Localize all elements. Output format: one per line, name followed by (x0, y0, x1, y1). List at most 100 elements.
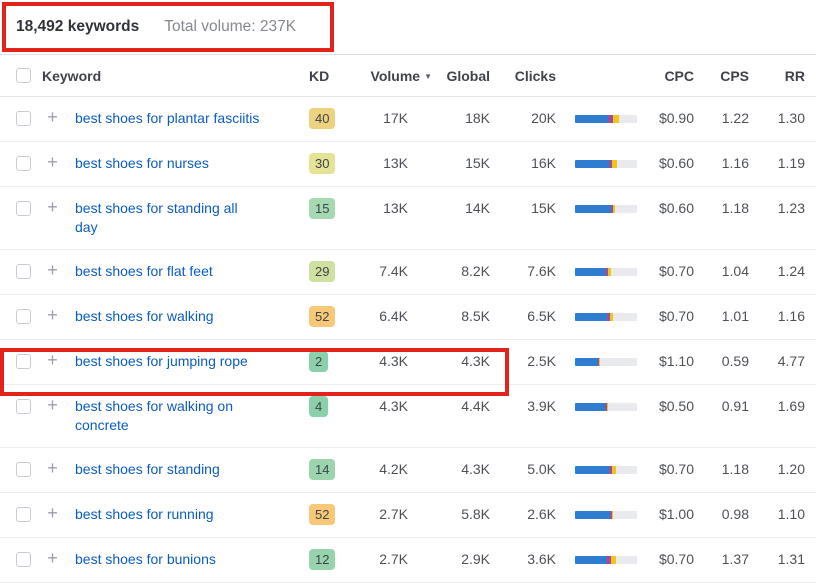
clicks-distribution-bar (575, 556, 637, 564)
volume-value: 6.4K (379, 308, 408, 324)
table-row: + best shoes for jumping rope 2 4.3K 4.3… (0, 340, 816, 385)
keyword-cell: best shoes for jumping rope (75, 352, 309, 371)
keyword-link[interactable]: best shoes for walking on concrete (75, 397, 260, 435)
summary-bar: 18,492 keywords Total volume: 237K (0, 0, 816, 55)
global-volume-value: 8.5K (461, 308, 490, 324)
column-header-kd[interactable]: KD (309, 68, 359, 84)
row-checkbox[interactable] (16, 264, 31, 279)
row-checkbox[interactable] (16, 507, 31, 522)
clicks-bar-paid-segment (611, 511, 614, 519)
clicks-value: 5.0K (527, 461, 556, 477)
cpc-value: $1.10 (658, 353, 694, 369)
clicks-bar-cell (556, 403, 637, 411)
cps-value: 0.91 (721, 398, 749, 414)
global-volume-value: 14K (465, 200, 490, 216)
keyword-cell: best shoes for nurses (75, 154, 309, 173)
row-checkbox[interactable] (16, 552, 31, 567)
row-checkbox[interactable] (16, 111, 31, 126)
clicks-bar-organic-segment (575, 511, 610, 519)
column-header-cpc[interactable]: CPC (637, 68, 694, 84)
add-to-list-plus-icon[interactable]: + (45, 549, 60, 567)
cpc-value: $0.70 (658, 263, 694, 279)
keyword-link[interactable]: best shoes for walking (75, 307, 214, 326)
clicks-value: 2.6K (527, 506, 556, 522)
add-to-list-plus-icon[interactable]: + (45, 108, 60, 126)
row-checkbox[interactable] (16, 462, 31, 477)
row-checkbox[interactable] (16, 309, 31, 324)
column-header-cps[interactable]: CPS (694, 68, 749, 84)
cpc-value: $0.60 (658, 155, 694, 171)
column-header-global[interactable]: Global (432, 68, 490, 84)
clicks-bar-organic-segment (575, 313, 608, 321)
column-header-keyword[interactable]: Keyword (42, 68, 309, 84)
add-to-list-plus-icon[interactable]: + (45, 153, 60, 171)
keyword-link[interactable]: best shoes for bunions (75, 550, 216, 569)
clicks-bar-cell (556, 556, 637, 564)
column-header-rr[interactable]: RR (749, 68, 805, 84)
clicks-bar-paid-segment (598, 358, 600, 366)
clicks-distribution-bar (575, 511, 637, 519)
add-to-list-plus-icon[interactable]: + (45, 261, 60, 279)
clicks-bar-organic-segment (575, 358, 598, 366)
keyword-link[interactable]: best shoes for standing all day (75, 199, 260, 237)
clicks-distribution-bar (575, 313, 637, 321)
table-row: + best shoes for nurses 30 13K 15K 16K $… (0, 142, 816, 187)
cps-value: 1.18 (721, 461, 749, 477)
keyword-link[interactable]: best shoes for standing (75, 460, 220, 479)
cps-value: 1.16 (721, 155, 749, 171)
global-volume-value: 8.2K (461, 263, 490, 279)
global-volume-value: 5.8K (461, 506, 490, 522)
clicks-bar-paid-segment (612, 160, 618, 168)
cpc-value: $0.50 (658, 398, 694, 414)
add-to-list-plus-icon[interactable]: + (45, 198, 60, 216)
add-to-list-plus-icon[interactable]: + (45, 504, 60, 522)
keyword-link[interactable]: best shoes for jumping rope (75, 352, 248, 371)
rr-value: 1.10 (777, 506, 805, 522)
keyword-cell: best shoes for standing all day (75, 199, 309, 237)
kd-cell: 2 (309, 351, 359, 372)
cpc-value: $0.60 (658, 200, 694, 216)
kd-badge: 40 (309, 108, 336, 129)
clicks-bar-paid-segment (613, 205, 616, 213)
clicks-value: 6.5K (527, 308, 556, 324)
keyword-link[interactable]: best shoes for nurses (75, 154, 209, 173)
add-to-list-plus-icon[interactable]: + (45, 351, 60, 369)
kd-badge: 14 (309, 459, 336, 480)
row-checkbox[interactable] (16, 399, 31, 414)
cps-value: 0.59 (721, 353, 749, 369)
rr-value: 1.24 (777, 263, 805, 279)
table-row: + best shoes for standing all day 15 13K… (0, 187, 816, 250)
column-header-clicks[interactable]: Clicks (490, 68, 556, 84)
cpc-value: $0.90 (658, 110, 694, 126)
cpc-value: $0.70 (658, 551, 694, 567)
keyword-cell: best shoes for running (75, 505, 309, 524)
volume-value: 4.3K (379, 353, 408, 369)
add-to-list-plus-icon[interactable]: + (45, 396, 60, 414)
kd-cell: 52 (309, 504, 359, 525)
row-checkbox[interactable] (16, 354, 31, 369)
add-to-list-plus-icon[interactable]: + (45, 306, 60, 324)
clicks-bar-organic-segment (575, 466, 610, 474)
row-checkbox[interactable] (16, 156, 31, 171)
clicks-value: 15K (531, 200, 556, 216)
add-to-list-plus-icon[interactable]: + (45, 459, 60, 477)
global-volume-value: 18K (465, 110, 490, 126)
rr-value: 1.20 (777, 461, 805, 477)
clicks-bar-cell (556, 205, 637, 213)
table-row: + best shoes for walking on concrete 4 4… (0, 385, 816, 448)
kd-cell: 40 (309, 108, 359, 129)
clicks-value: 2.5K (527, 353, 556, 369)
kd-cell: 4 (309, 396, 359, 417)
select-all-checkbox[interactable] (16, 68, 31, 83)
keyword-cell: best shoes for walking on concrete (75, 397, 309, 435)
column-header-volume[interactable]: Volume ▼ (359, 68, 432, 84)
clicks-value: 20K (531, 110, 556, 126)
clicks-bar-paid-segment (610, 313, 614, 321)
keyword-link[interactable]: best shoes for running (75, 505, 214, 524)
keyword-link[interactable]: best shoes for plantar fasciitis (75, 109, 259, 128)
row-checkbox[interactable] (16, 201, 31, 216)
rr-value: 1.19 (777, 155, 805, 171)
cps-value: 1.01 (721, 308, 749, 324)
clicks-bar-cell (556, 358, 637, 366)
keyword-link[interactable]: best shoes for flat feet (75, 262, 213, 281)
